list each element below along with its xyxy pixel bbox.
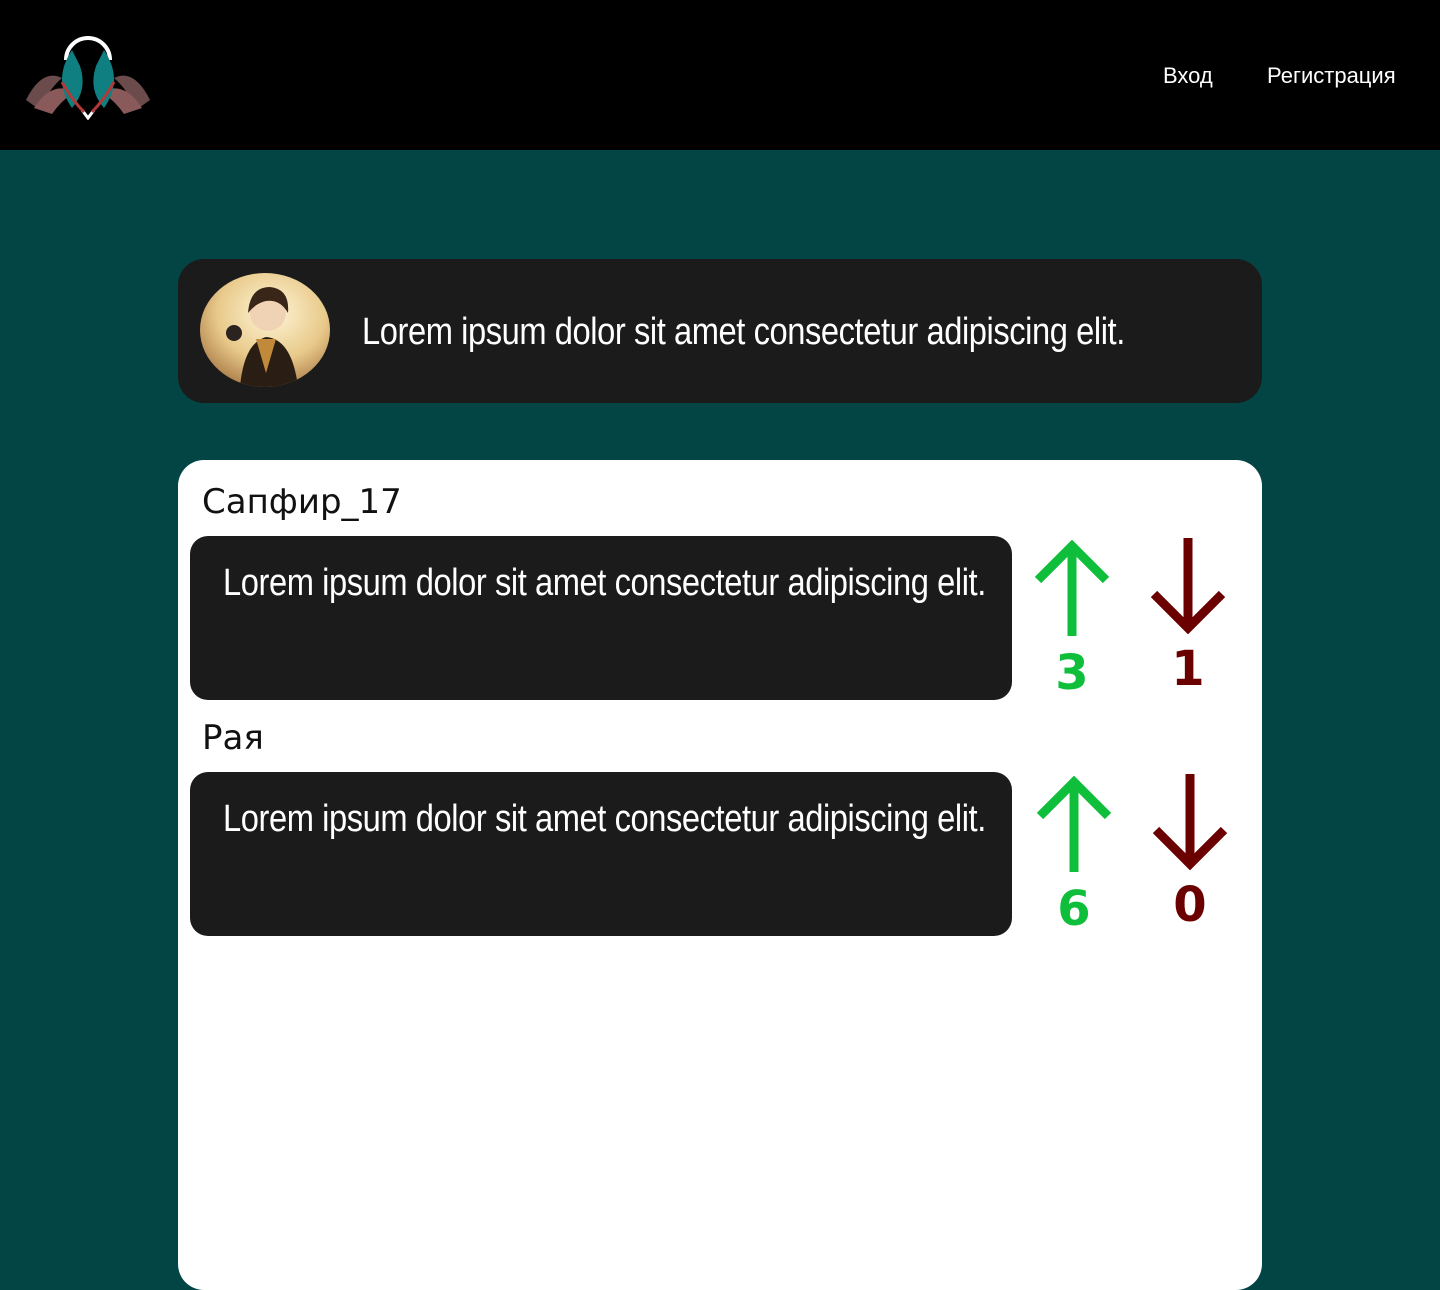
downvote-count: 1: [1171, 641, 1205, 697]
upvote-control[interactable]: 3: [1022, 540, 1122, 698]
comment-author: Сапфир_17: [202, 482, 402, 522]
site-header: Вход Регистрация: [0, 0, 1440, 150]
lotus-logo-icon[interactable]: [22, 30, 154, 121]
arrow-up-icon[interactable]: [1034, 776, 1114, 874]
comment-author: Рая: [202, 718, 264, 758]
comments-panel: Сапфир_17 Lorem ipsum dolor sit amet con…: [178, 460, 1262, 1290]
upvote-count: 6: [1057, 881, 1091, 937]
upvote-control[interactable]: 6: [1024, 776, 1124, 934]
downvote-control[interactable]: 0: [1140, 772, 1240, 930]
arrow-down-icon[interactable]: [1148, 536, 1228, 634]
comment-text: Lorem ipsum dolor sit amet consectetur a…: [223, 562, 986, 604]
login-link[interactable]: Вход: [1163, 60, 1213, 92]
comment-bubble: Lorem ipsum dolor sit amet consectetur a…: [190, 772, 1012, 936]
post-card: Lorem ipsum dolor sit amet consectetur a…: [178, 259, 1262, 403]
arrow-down-icon[interactable]: [1150, 772, 1230, 870]
comment-text: Lorem ipsum dolor sit amet consectetur a…: [223, 798, 986, 840]
post-text: Lorem ipsum dolor sit amet consectetur a…: [362, 311, 1125, 353]
avatar[interactable]: [200, 273, 330, 387]
comment-bubble: Lorem ipsum dolor sit amet consectetur a…: [190, 536, 1012, 700]
upvote-count: 3: [1055, 645, 1089, 701]
downvote-count: 0: [1173, 877, 1207, 933]
arrow-up-icon[interactable]: [1032, 540, 1112, 638]
downvote-control[interactable]: 1: [1138, 536, 1238, 694]
register-link[interactable]: Регистрация: [1267, 60, 1396, 92]
